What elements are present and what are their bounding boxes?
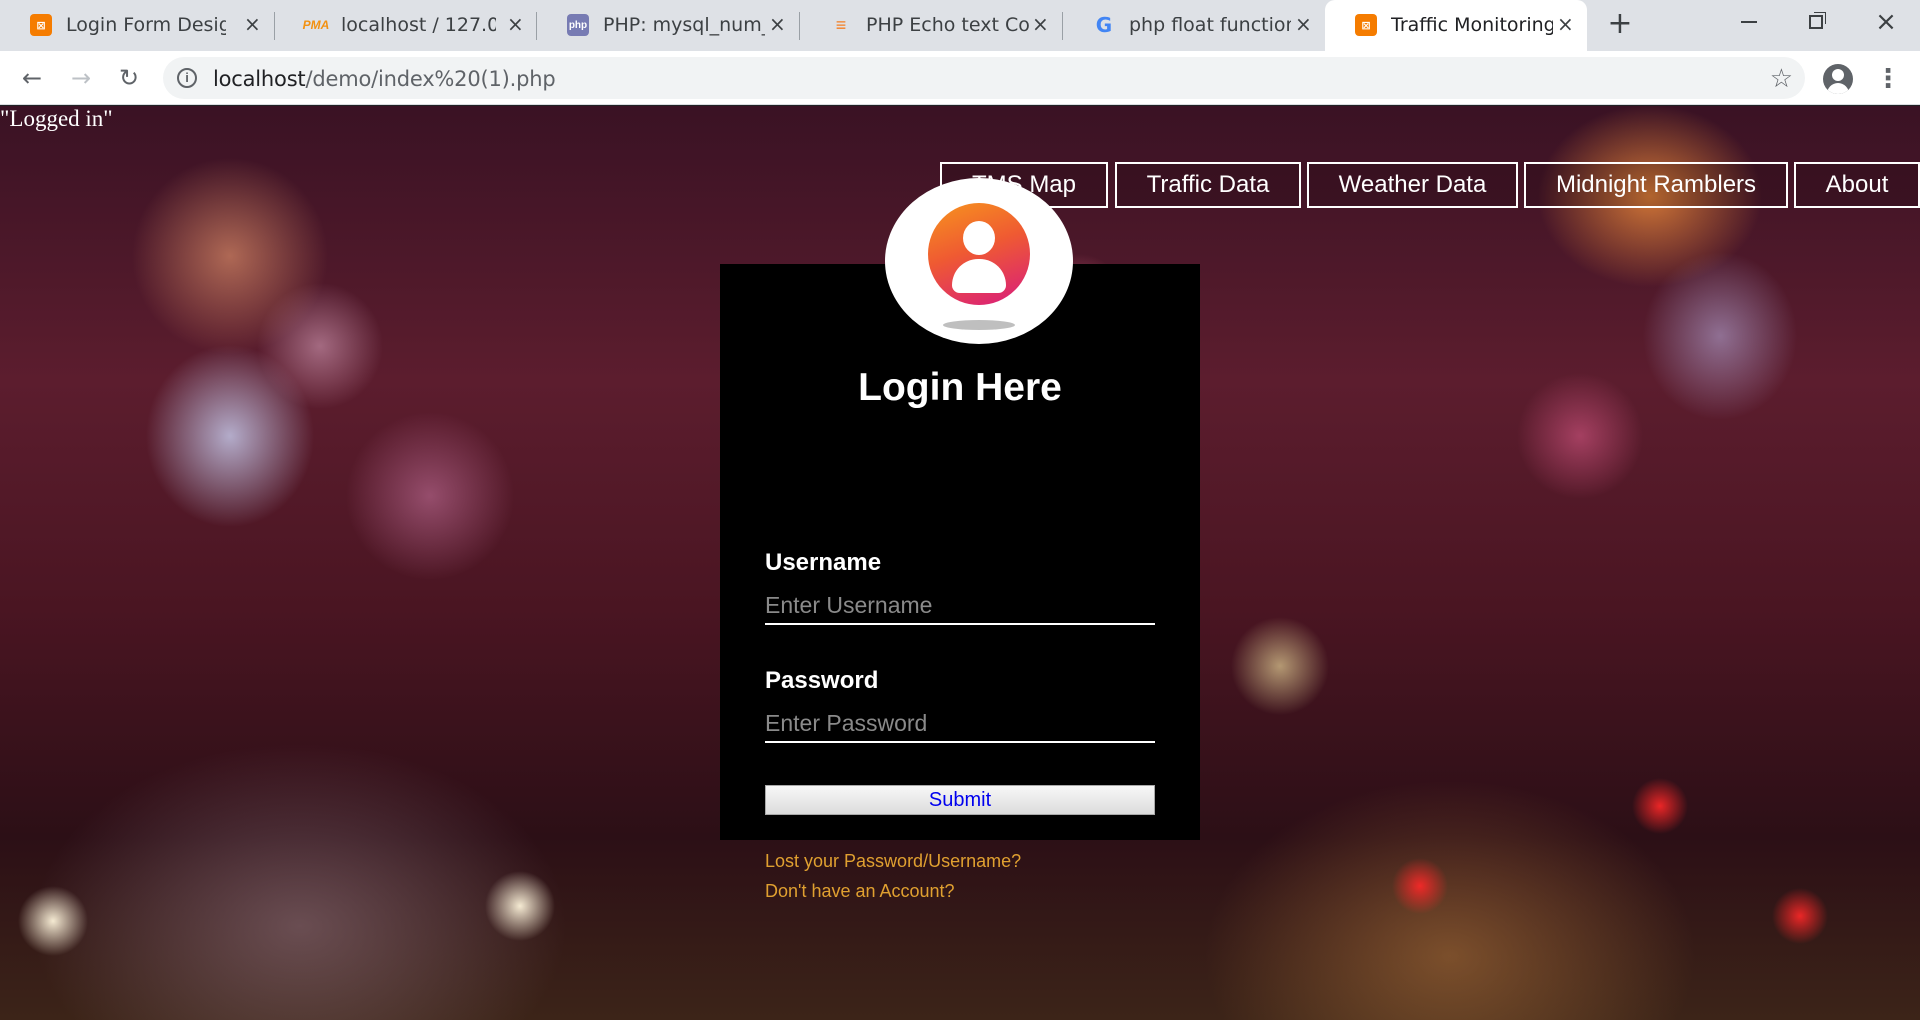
signup-link[interactable]: Don't have an Account?: [765, 881, 955, 902]
browser-menu-icon[interactable]: ⋮: [1875, 63, 1901, 93]
close-tab-icon[interactable]: ×: [1032, 12, 1049, 36]
bookmark-star-icon[interactable]: ☆: [1770, 63, 1793, 94]
tab-php-mysql-num-rows[interactable]: php PHP: mysql_num_row ×: [537, 0, 800, 51]
tab-title: php float function -: [1129, 14, 1291, 36]
username-label: Username: [765, 549, 882, 576]
address-bar[interactable]: i localhost/demo/index%20(1).php ☆: [163, 57, 1805, 99]
user-avatar-icon: [885, 178, 1073, 344]
login-status-text: "Logged in": [0, 106, 113, 131]
close-window-icon: ×: [1875, 7, 1897, 37]
close-tab-icon[interactable]: ×: [769, 12, 786, 36]
close-tab-icon[interactable]: ×: [244, 12, 261, 36]
close-tab-icon[interactable]: ×: [1557, 12, 1574, 36]
tab-title: Traffic Monitoring Sy: [1391, 14, 1553, 36]
browser-toolbar: ← → ↻ i localhost/demo/index%20(1).php ☆…: [0, 51, 1920, 105]
back-button[interactable]: ←: [15, 61, 49, 95]
tab-title: localhost / 127.0.0.1: [341, 14, 496, 36]
xampp-icon: ⊠: [30, 14, 52, 36]
tab-strip: ⊠ Login Form Design × PMA localhost / 12…: [0, 0, 1920, 51]
stackoverflow-icon: ≡: [835, 14, 847, 35]
tab-phpmyadmin[interactable]: PMA localhost / 127.0.0.1 ×: [275, 0, 537, 51]
lost-password-link[interactable]: Lost your Password/Username?: [765, 851, 1021, 872]
close-tab-icon[interactable]: ×: [1295, 12, 1312, 36]
reload-icon: ↻: [118, 64, 140, 92]
minimize-button[interactable]: [1716, 0, 1782, 44]
profile-avatar-icon[interactable]: [1823, 64, 1853, 94]
arrow-left-icon: ←: [21, 64, 43, 92]
avatar-shadow: [943, 320, 1015, 330]
close-tab-icon[interactable]: ×: [507, 12, 524, 36]
new-tab-button[interactable]: +: [1604, 8, 1636, 40]
site-info-icon[interactable]: i: [177, 68, 197, 88]
tab-title: PHP Echo text Color: [866, 14, 1031, 36]
username-input[interactable]: [765, 587, 1155, 625]
url-host: localhost: [213, 67, 306, 91]
restore-icon: [1809, 15, 1823, 29]
tab-php-float-function[interactable]: G php float function - ×: [1063, 0, 1325, 51]
arrow-right-icon: →: [70, 64, 92, 92]
php-icon: php: [567, 14, 589, 36]
nav-about[interactable]: About: [1794, 162, 1920, 208]
tab-title: Login Form Design: [66, 14, 226, 36]
submit-button[interactable]: Submit: [765, 785, 1155, 815]
google-icon: G: [1095, 13, 1113, 37]
tab-traffic-monitoring[interactable]: ⊠ Traffic Monitoring Sy ×: [1325, 0, 1587, 51]
login-title: Login Here: [858, 366, 1062, 409]
phpmyadmin-icon: PMA: [302, 18, 330, 32]
tab-title: PHP: mysql_num_row: [603, 14, 765, 36]
tab-login-form-design[interactable]: ⊠ Login Form Design ×: [0, 0, 275, 51]
nav-weather-data[interactable]: Weather Data: [1307, 162, 1518, 208]
nav-midnight-ramblers[interactable]: Midnight Ramblers: [1524, 162, 1788, 208]
avatar-ring: [928, 203, 1030, 305]
avatar-head: [963, 221, 995, 255]
url-text: localhost/demo/index%20(1).php: [213, 67, 556, 91]
password-input[interactable]: [765, 705, 1155, 743]
password-label: Password: [765, 667, 879, 694]
reload-button[interactable]: ↻: [112, 61, 146, 95]
tab-php-echo-text-color[interactable]: ≡ PHP Echo text Color ×: [800, 0, 1063, 51]
minimize-icon: [1741, 21, 1757, 23]
avatar-body: [952, 259, 1006, 293]
forward-button[interactable]: →: [64, 61, 98, 95]
url-path: /demo/index%20(1).php: [305, 67, 556, 91]
xampp-icon: ⊠: [1355, 14, 1377, 36]
close-window-button[interactable]: ×: [1853, 0, 1919, 44]
restore-button[interactable]: [1783, 0, 1849, 44]
nav-traffic-data[interactable]: Traffic Data: [1115, 162, 1301, 208]
